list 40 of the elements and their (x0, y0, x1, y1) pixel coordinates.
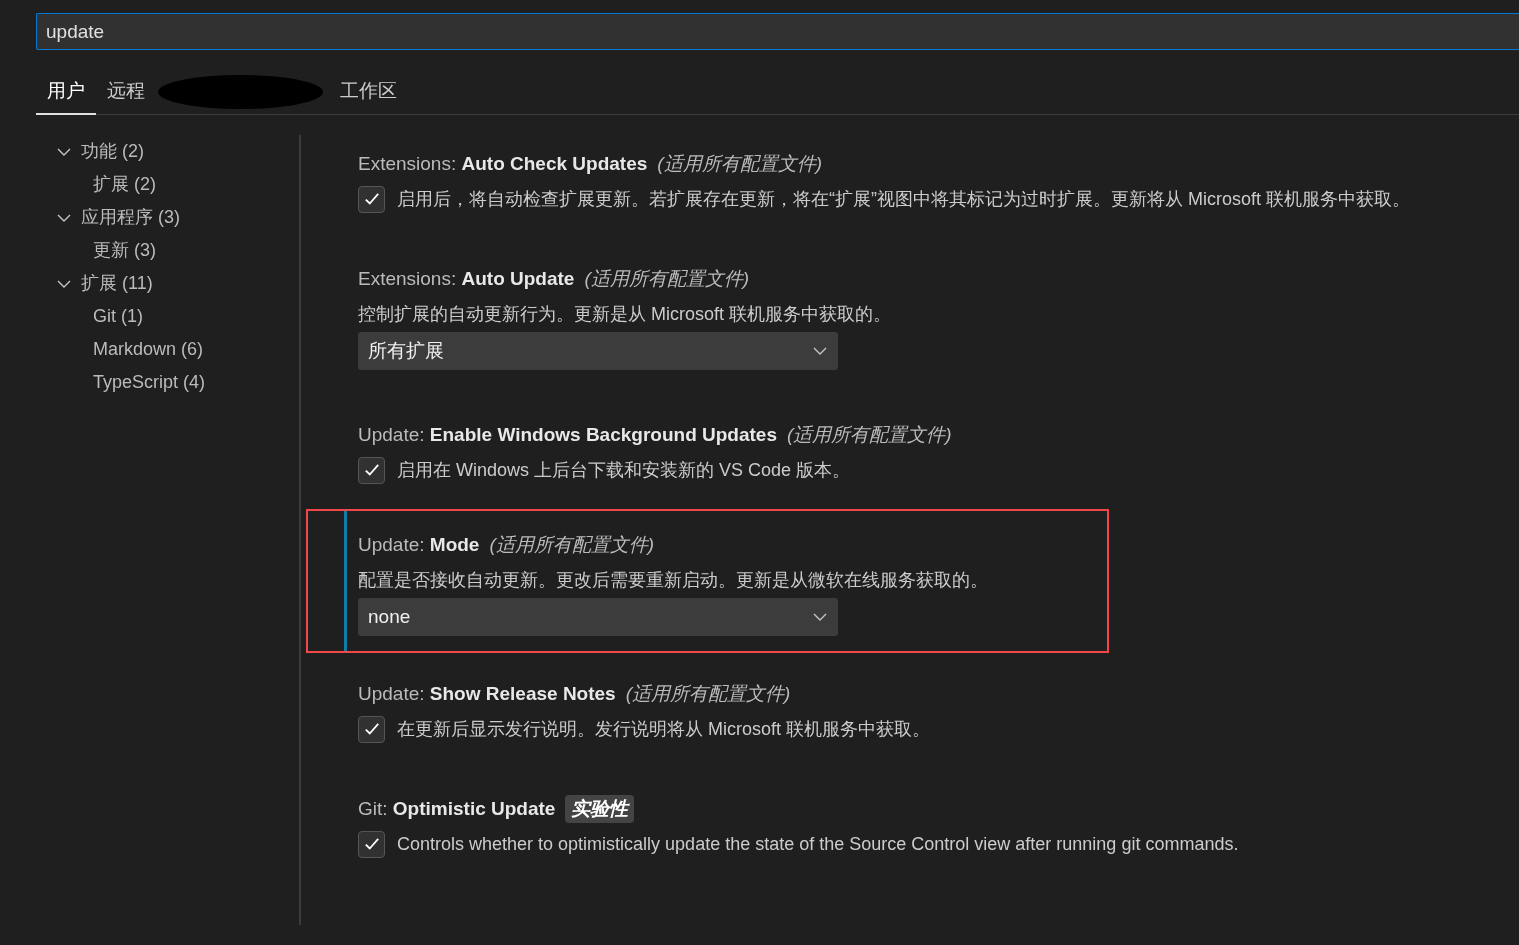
checkmark-icon (362, 720, 381, 738)
setting-title: Extensions: Auto Update (358, 266, 575, 291)
tree-item[interactable]: 功能 (2) (81, 138, 144, 165)
setting-description: 启用后，将自动检查扩展更新。若扩展存在更新，将在“扩展”视图中将其标记为过时扩展。更新将从 Microsoft 联机服务中获取。 (397, 187, 1410, 211)
checkbox[interactable] (358, 185, 385, 213)
tree-item[interactable]: Git (1) (93, 303, 143, 330)
tree-item[interactable]: Markdown (6) (93, 336, 204, 363)
checkmark-icon (362, 190, 381, 208)
setting-title: Extensions: Auto Check Updates (358, 151, 648, 176)
setting-description: Controls whether to optimistically update the state of the Source Control view after running git commands. (397, 832, 1239, 856)
scope-label: (适用所有配置文件) (489, 532, 655, 557)
dropdown[interactable]: 所有扩展 (358, 332, 838, 370)
checkbox[interactable] (358, 830, 385, 858)
setting-description: 控制扩展的自动更新行为。更新是从 Microsoft 联机服务中获取的。 (358, 302, 891, 326)
tree-item[interactable]: 应用程序 (3) (81, 204, 180, 231)
setting-title: Git: Optimistic Update (358, 796, 556, 821)
settings-tab[interactable]: 远程 (96, 70, 156, 115)
scope-label: (适用所有配置文件) (584, 266, 750, 291)
dropdown[interactable]: none (358, 598, 838, 636)
tree-item[interactable]: 扩展 (11) (81, 270, 153, 297)
setting-title: Update: Mode (358, 532, 480, 557)
tree-item[interactable]: TypeScript (4) (93, 369, 206, 396)
setting-description: 启用在 Windows 上后台下载和安装新的 VS Code 版本。 (397, 458, 851, 482)
tree-item[interactable]: 扩展 (2) (93, 171, 156, 198)
scope-label: (适用所有配置文件) (787, 422, 952, 447)
setting-description: 配置是否接收自动更新。更改后需要重新启动。更新是从微软在线服务获取的。 (358, 568, 988, 592)
settings-tab[interactable]: 用户 (36, 70, 96, 115)
setting-title: Update: Enable Windows Background Updates (358, 422, 777, 447)
setting-description: 在更新后显示发行说明。发行说明将从 Microsoft 联机服务中获取。 (397, 717, 930, 741)
checkmark-icon (362, 835, 381, 853)
experimental-tag: 实验性 (565, 794, 635, 824)
checkbox[interactable] (358, 715, 385, 743)
scope-label: (适用所有配置文件) (657, 151, 822, 176)
checkmark-icon (362, 461, 381, 479)
search-field[interactable]: update (36, 13, 1519, 50)
setting-title: Update: Show Release Notes (358, 681, 616, 706)
tree-item[interactable]: 更新 (3) (93, 237, 156, 264)
settings-tab[interactable]: 工作区 (329, 70, 408, 115)
checkbox[interactable] (358, 456, 385, 484)
scope-label: (适用所有配置文件) (625, 681, 791, 706)
